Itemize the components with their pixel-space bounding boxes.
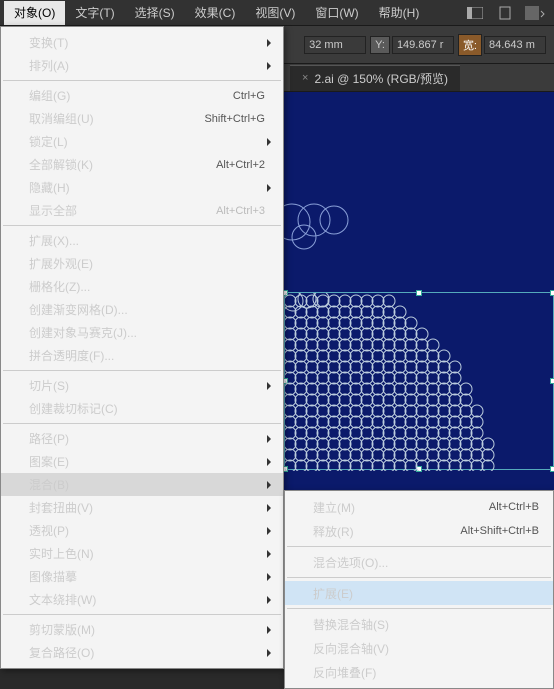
menu-item[interactable]: 锁定(L) xyxy=(1,130,283,153)
close-icon[interactable]: × xyxy=(302,72,308,84)
menu-item[interactable]: 图像描摹 xyxy=(1,565,283,588)
menu-item[interactable]: 编组(G)Ctrl+G xyxy=(1,84,283,107)
w-value[interactable]: 84.643 m xyxy=(484,36,546,54)
submenu-item[interactable]: 反向堆叠(F) xyxy=(285,660,553,684)
submenu-item[interactable]: 混合选项(O)... xyxy=(285,550,553,574)
menu-item[interactable]: 混合(B) xyxy=(1,473,283,496)
dropdown-icon[interactable] xyxy=(523,1,547,25)
menu-item[interactable]: 切片(S) xyxy=(1,374,283,397)
menu-item[interactable]: 拼合透明度(F)... xyxy=(1,344,283,367)
selection-bounds xyxy=(284,292,554,470)
document-tab[interactable]: × 2.ai @ 150% (RGB/预览) xyxy=(290,65,460,91)
object-menu: 变换(T)排列(A) 编组(G)Ctrl+G取消编组(U)Shift+Ctrl+G… xyxy=(0,26,284,669)
menu-item[interactable]: 文本绕排(W) xyxy=(1,588,283,611)
x-value[interactable]: 32 mm xyxy=(304,36,366,54)
y-label: Y: xyxy=(370,36,390,54)
menu-item[interactable]: 图案(E) xyxy=(1,450,283,473)
document-tab-title: 2.ai @ 150% (RGB/预览) xyxy=(314,70,448,87)
menu-item[interactable]: 封套扭曲(V) xyxy=(1,496,283,519)
menubar-help[interactable]: 帮助(H) xyxy=(369,1,430,25)
menubar-view[interactable]: 视图(V) xyxy=(245,1,305,25)
y-value[interactable]: 149.867 r xyxy=(392,36,454,54)
menu-item[interactable]: 取消编组(U)Shift+Ctrl+G xyxy=(1,107,283,130)
menu-item[interactable]: 创建对象马赛克(J)... xyxy=(1,321,283,344)
menu-item[interactable]: 栅格化(Z)... xyxy=(1,275,283,298)
menubar-text[interactable]: 文字(T) xyxy=(65,1,124,25)
submenu-item[interactable]: 建立(M)Alt+Ctrl+B xyxy=(285,495,553,519)
menubar-window[interactable]: 窗口(W) xyxy=(305,1,368,25)
w-label: 宽: xyxy=(458,34,482,56)
menu-item: 扩展外观(E) xyxy=(1,252,283,275)
menubar-select[interactable]: 选择(S) xyxy=(125,1,185,25)
submenu-item[interactable]: 释放(R)Alt+Shift+Ctrl+B xyxy=(285,519,553,543)
menu-item[interactable]: 排列(A) xyxy=(1,54,283,77)
menu-item[interactable]: 隐藏(H) xyxy=(1,176,283,199)
doc-icon[interactable] xyxy=(493,1,517,25)
menu-item[interactable]: 变换(T) xyxy=(1,31,283,54)
menubar-object[interactable]: 对象(O) xyxy=(4,1,65,25)
menu-item[interactable]: 透视(P) xyxy=(1,519,283,542)
submenu-item[interactable]: 反向混合轴(V) xyxy=(285,636,553,660)
menu-item: 显示全部Alt+Ctrl+3 xyxy=(1,199,283,222)
menu-item[interactable]: 创建裁切标记(C) xyxy=(1,397,283,420)
menu-item[interactable]: 创建渐变网格(D)... xyxy=(1,298,283,321)
menu-item[interactable]: 剪切蒙版(M) xyxy=(1,618,283,641)
menu-item[interactable]: 路径(P) xyxy=(1,427,283,450)
blend-submenu: 建立(M)Alt+Ctrl+B释放(R)Alt+Shift+Ctrl+B 混合选项… xyxy=(284,490,554,689)
menu-item[interactable]: 扩展(X)... xyxy=(1,229,283,252)
menu-item[interactable]: 复合路径(O) xyxy=(1,641,283,664)
menu-item[interactable]: 实时上色(N) xyxy=(1,542,283,565)
submenu-item: 替换混合轴(S) xyxy=(285,612,553,636)
menubar-effect[interactable]: 效果(C) xyxy=(185,1,246,25)
layout-icon[interactable] xyxy=(463,1,487,25)
menu-item[interactable]: 全部解锁(K)Alt+Ctrl+2 xyxy=(1,153,283,176)
submenu-item[interactable]: 扩展(E) xyxy=(285,581,553,605)
